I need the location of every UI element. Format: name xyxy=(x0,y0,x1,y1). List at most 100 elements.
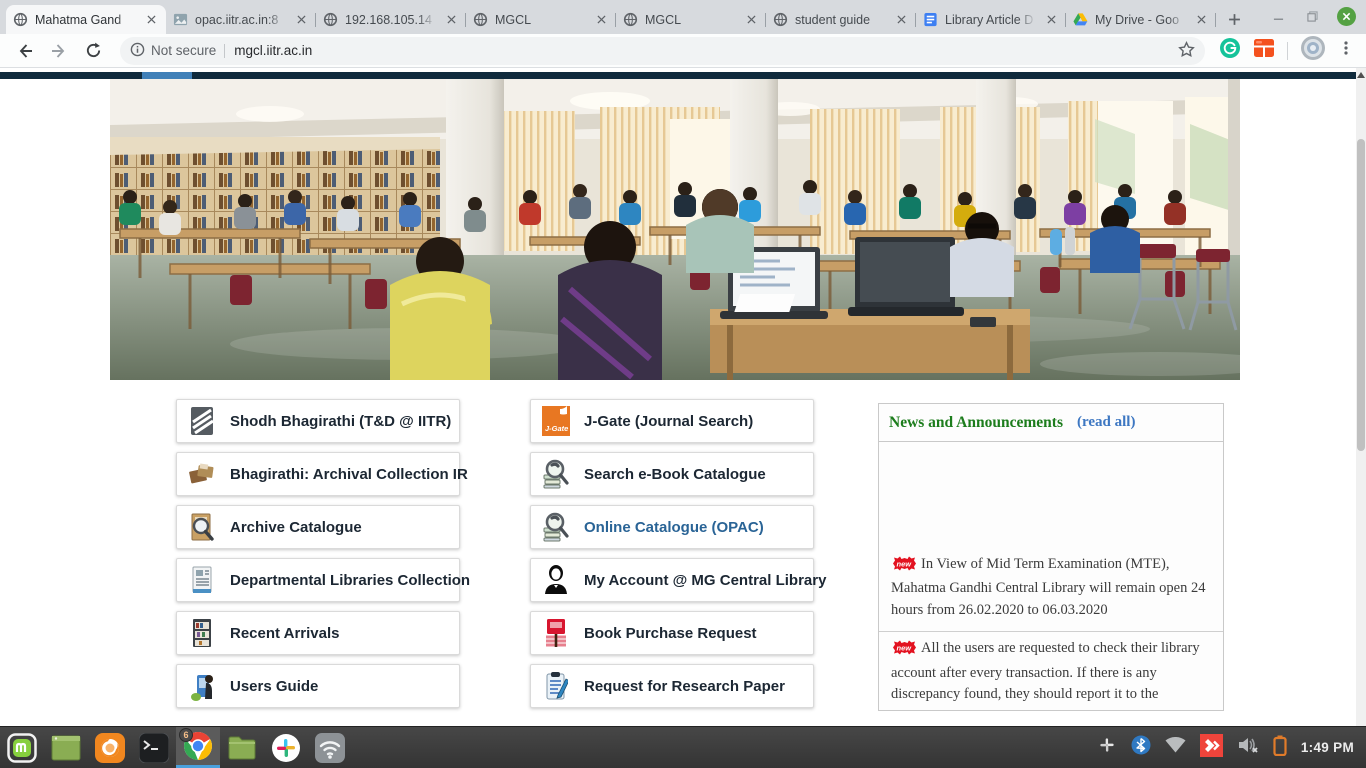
taskbar-clock[interactable]: 1:49 PM xyxy=(1301,740,1354,755)
network-tool-launcher[interactable] xyxy=(308,727,352,768)
tab-mahatma-gandhi-library[interactable]: Mahatma Gand xyxy=(6,5,166,34)
site-nav-bar[interactable] xyxy=(0,72,1356,79)
thesis-icon xyxy=(187,404,217,438)
slack-tray-icon[interactable] xyxy=(1097,735,1117,760)
tab-close-icon[interactable] xyxy=(143,12,159,28)
library-photo xyxy=(110,79,1240,380)
anydesk-tray-icon[interactable] xyxy=(1200,734,1223,762)
news-read-all-link[interactable]: (read all) xyxy=(1077,414,1135,431)
news-item-2: newAll the users are requested to check … xyxy=(879,632,1223,711)
globe-favicon-icon xyxy=(323,12,338,27)
window-controls xyxy=(1269,7,1356,26)
link-opac[interactable]: Online Catalogue (OPAC) xyxy=(530,505,814,549)
browser-toolbar: Not secure mgcl.iitr.ac.in xyxy=(0,34,1366,68)
tab-strip: Mahatma Gand opac.iitr.ac.in:8 192.168.1… xyxy=(0,0,1366,34)
svg-text:new: new xyxy=(897,559,913,568)
opac-search-icon xyxy=(541,510,571,544)
mint-menu-button[interactable] xyxy=(0,727,44,768)
new-tab-button[interactable] xyxy=(1216,5,1253,34)
bookmark-star-icon[interactable] xyxy=(1178,41,1195,61)
news-panel: News and Announcements (read all) newIn … xyxy=(878,403,1224,711)
link-users-guide[interactable]: Users Guide xyxy=(176,664,460,708)
menu-dots-icon[interactable] xyxy=(1338,40,1354,61)
forward-icon[interactable] xyxy=(46,38,72,64)
terminal-launcher[interactable] xyxy=(132,727,176,768)
back-icon[interactable] xyxy=(12,38,38,64)
ebook-search-icon xyxy=(541,457,571,491)
security-label: Not secure xyxy=(151,43,216,58)
firefox-launcher[interactable] xyxy=(88,727,132,768)
tab-library-article[interactable]: Library Article D xyxy=(916,5,1066,34)
tab-mgcl-1[interactable]: MGCL xyxy=(466,5,616,34)
tab-close-icon[interactable] xyxy=(293,12,309,28)
toolbar-divider xyxy=(1287,42,1288,60)
site-nav-active-item[interactable] xyxy=(142,72,192,79)
link-my-account[interactable]: My Account @ MG Central Library xyxy=(530,558,814,602)
slack-launcher[interactable] xyxy=(264,727,308,768)
refresh-icon[interactable] xyxy=(80,38,106,64)
close-icon[interactable] xyxy=(1337,7,1356,26)
wifi-tray-icon[interactable] xyxy=(1165,737,1186,758)
tab-student-guide[interactable]: student guide xyxy=(766,5,916,34)
svg-text:J-Gate: J-Gate xyxy=(545,424,568,433)
bookshelf-icon xyxy=(187,616,217,650)
tab-my-drive[interactable]: My Drive - Goo xyxy=(1066,5,1216,34)
tab-close-icon[interactable] xyxy=(1043,12,1059,28)
link-book-purchase[interactable]: Book Purchase Request xyxy=(530,611,814,655)
tab-close-icon[interactable] xyxy=(593,12,609,28)
archive-catalogue-icon xyxy=(187,510,217,544)
tab-close-icon[interactable] xyxy=(1193,12,1209,28)
web-page: Shodh Bhagirathi (T&D @ IITR) Bhagirathi… xyxy=(0,68,1366,726)
tab-resize-extension-icon[interactable] xyxy=(1253,37,1275,64)
tab-label: Library Article D xyxy=(945,13,1036,27)
tab-close-icon[interactable] xyxy=(443,12,459,28)
globe-favicon-icon xyxy=(623,12,638,27)
link-archive-catalogue[interactable]: Archive Catalogue xyxy=(176,505,460,549)
chrome-taskbar-button[interactable]: 6 xyxy=(176,727,220,768)
globe-favicon-icon xyxy=(13,12,28,27)
book-purchase-icon xyxy=(541,616,571,650)
new-badge-icon: new xyxy=(891,556,918,579)
minimize-icon[interactable] xyxy=(1269,8,1287,26)
news-title: News and Announcements xyxy=(889,414,1063,432)
page-scrollbar[interactable] xyxy=(1356,68,1366,726)
link-bhagirathi-archival[interactable]: Bhagirathi: Archival Collection IR xyxy=(176,452,460,496)
account-user-icon xyxy=(541,563,571,597)
file-manager-launcher[interactable] xyxy=(220,727,264,768)
scroll-up-icon[interactable] xyxy=(1356,70,1366,80)
grammarly-extension-icon[interactable] xyxy=(1219,37,1241,64)
tab-opac[interactable]: opac.iitr.ac.in:8 xyxy=(166,5,316,34)
newspaper-icon xyxy=(187,563,217,597)
system-tray: 1:49 PM xyxy=(1097,727,1366,768)
users-guide-icon xyxy=(187,669,217,703)
volume-muted-icon[interactable] xyxy=(1237,735,1259,760)
link-search-ebook[interactable]: Search e-Book Catalogue xyxy=(530,452,814,496)
news-text: In View of Mid Term Examination (MTE), M… xyxy=(891,556,1205,618)
extension-icons xyxy=(1219,35,1354,66)
research-paper-icon xyxy=(541,669,571,703)
link-research-paper[interactable]: Request for Research Paper xyxy=(530,664,814,708)
svg-text:new: new xyxy=(897,644,913,653)
profile-avatar[interactable] xyxy=(1300,35,1326,66)
restore-icon[interactable] xyxy=(1303,8,1321,26)
link-shodh-bhagirathi[interactable]: Shodh Bhagirathi (T&D @ IITR) xyxy=(176,399,460,443)
address-bar[interactable]: Not secure mgcl.iitr.ac.in xyxy=(120,37,1205,65)
link-recent-arrivals[interactable]: Recent Arrivals xyxy=(176,611,460,655)
battery-tray-icon[interactable] xyxy=(1273,735,1287,761)
show-desktop-button[interactable] xyxy=(44,727,88,768)
tab-close-icon[interactable] xyxy=(743,12,759,28)
tab-ip-address[interactable]: 192.168.105.14 xyxy=(316,5,466,34)
tab-label: Mahatma Gand xyxy=(35,13,136,27)
tab-close-icon[interactable] xyxy=(893,12,909,28)
info-icon[interactable] xyxy=(130,42,145,60)
news-item-1: newIn View of Mid Term Examination (MTE)… xyxy=(879,442,1223,632)
link-departmental-libraries[interactable]: Departmental Libraries Collection xyxy=(176,558,460,602)
scrollbar-thumb[interactable] xyxy=(1357,139,1365,451)
link-jgate[interactable]: J-Gate J-Gate (Journal Search) xyxy=(530,399,814,443)
bluetooth-tray-icon[interactable] xyxy=(1131,735,1151,760)
tab-mgcl-2[interactable]: MGCL xyxy=(616,5,766,34)
taskbar-launchers: 6 xyxy=(0,727,352,768)
tab-label: 192.168.105.14 xyxy=(345,13,436,27)
news-text: All the users are requested to check the… xyxy=(891,640,1200,702)
tab-label: MGCL xyxy=(495,13,586,27)
